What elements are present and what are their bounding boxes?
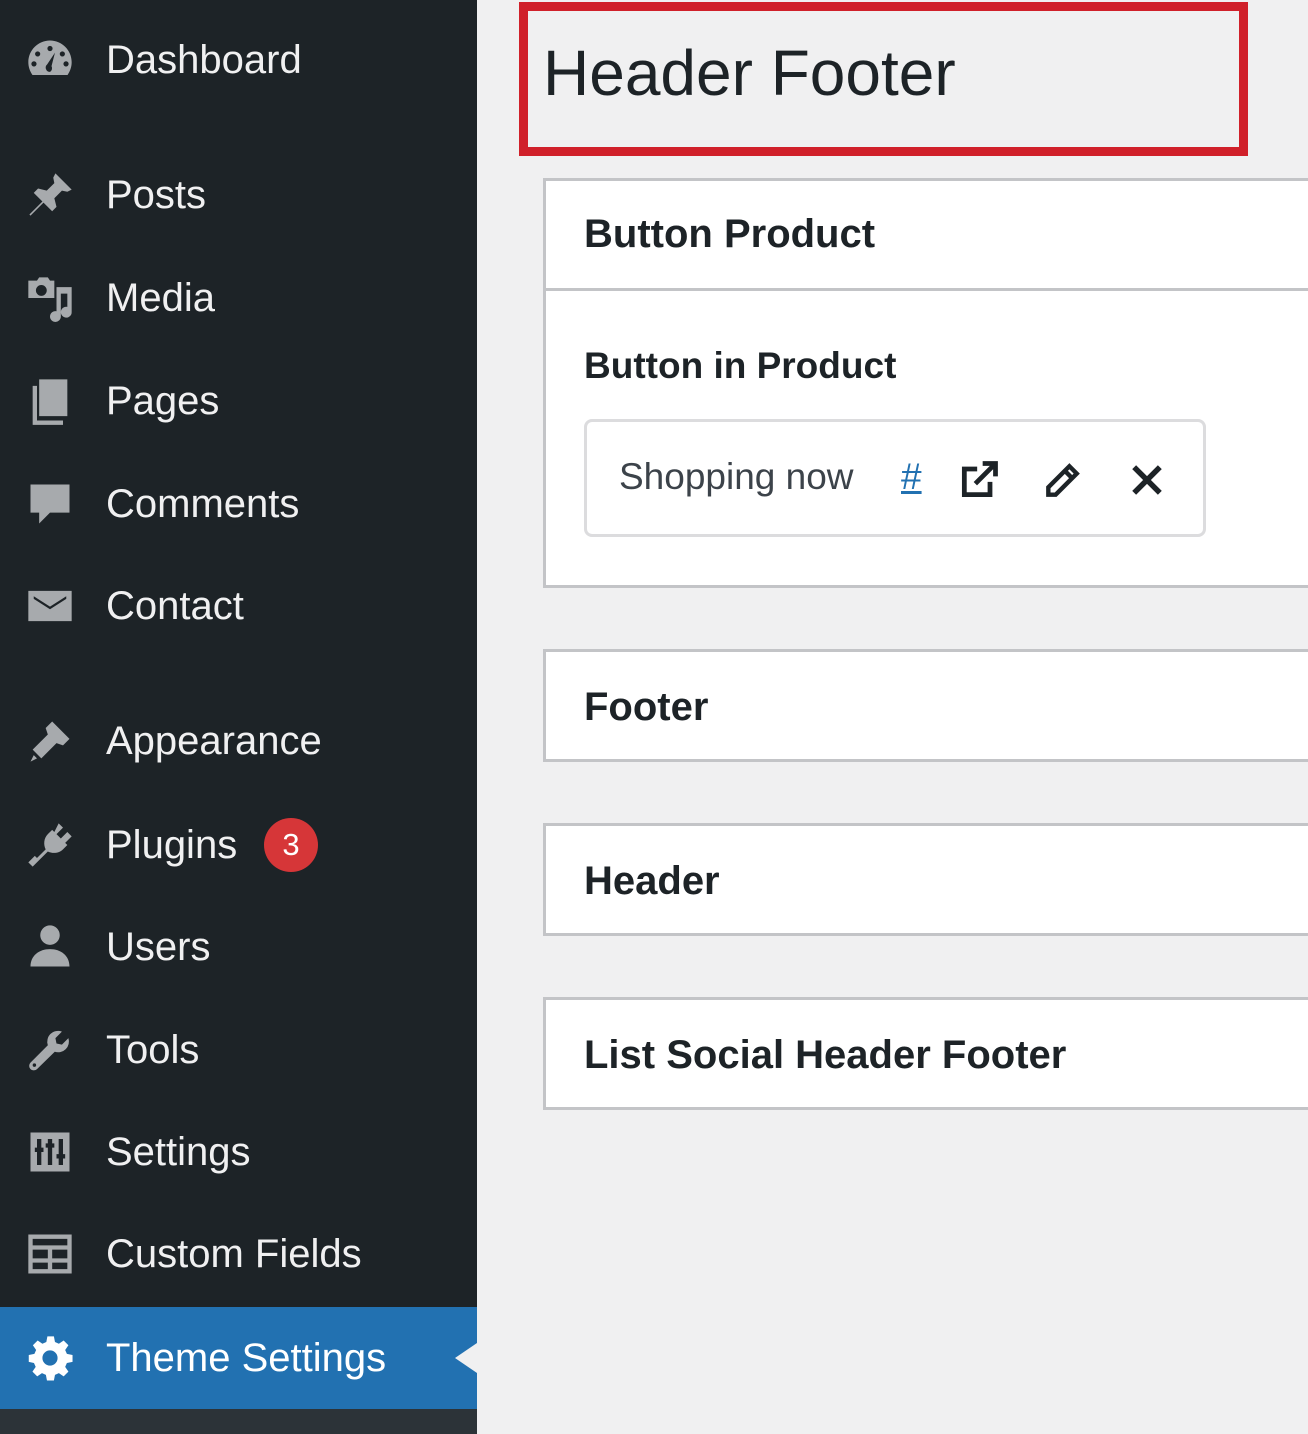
remove-link-icon[interactable] [1123, 456, 1171, 504]
sidebar-item-label: Pages [106, 378, 220, 423]
sidebar-item-settings[interactable]: Settings [0, 1102, 477, 1202]
sidebar-item-tools[interactable]: Tools [0, 1000, 477, 1100]
plugin-icon [22, 817, 78, 873]
sidebar-item-contact[interactable]: Contact [0, 556, 477, 656]
link-url[interactable]: # [901, 456, 922, 498]
sidebar-item-label: Plugins [106, 822, 238, 867]
brush-icon [22, 713, 78, 769]
sidebar-submenu-strip [0, 1409, 477, 1434]
sidebar-item-users[interactable]: Users [0, 897, 477, 997]
panel-footer: Footer [543, 649, 1308, 762]
sidebar-item-label: Appearance [106, 718, 322, 763]
dashboard-icon [22, 32, 78, 88]
sidebar-item-dashboard[interactable]: Dashboard [0, 10, 477, 110]
sidebar-item-label: Settings [106, 1129, 251, 1174]
sidebar-item-label: Dashboard [106, 37, 302, 82]
sidebar-item-label: Media [106, 275, 215, 320]
sidebar-item-plugins[interactable]: Plugins 3 [0, 795, 477, 895]
sidebar-item-label: Tools [106, 1027, 200, 1072]
envelope-icon [22, 578, 78, 634]
field-label: Button in Product [584, 345, 897, 386]
link-field: Shopping now # [584, 419, 1206, 537]
media-icon [22, 270, 78, 326]
comment-icon [22, 476, 78, 532]
active-indicator-arrow [455, 1343, 477, 1373]
sidebar-item-posts[interactable]: Posts [0, 145, 477, 245]
pin-icon [22, 167, 78, 223]
gear-icon [22, 1330, 78, 1386]
sidebar-item-custom-fields[interactable]: Custom Fields [0, 1204, 477, 1304]
sidebar-item-label: Users [106, 924, 211, 969]
external-link-icon[interactable] [955, 456, 1003, 504]
page-title: Header Footer [543, 37, 956, 109]
panel-title[interactable]: Footer [546, 652, 1308, 762]
sidebar-item-comments[interactable]: Comments [0, 454, 477, 554]
sidebar-item-label: Theme Settings [106, 1335, 387, 1380]
pages-icon [22, 373, 78, 429]
panel-list-social: List Social Header Footer [543, 997, 1308, 1110]
sidebar-item-pages[interactable]: Pages [0, 351, 477, 451]
edit-pencil-icon[interactable] [1039, 456, 1087, 504]
panel-header: Header [543, 823, 1308, 936]
panel-title[interactable]: Header [546, 826, 1308, 936]
sidebar-item-theme-settings[interactable]: Theme Settings [0, 1307, 477, 1409]
sidebar-item-appearance[interactable]: Appearance [0, 691, 477, 791]
panel-title[interactable]: List Social Header Footer [546, 1000, 1308, 1110]
sliders-icon [22, 1124, 78, 1180]
panel-title[interactable]: Button Product [546, 181, 1308, 291]
update-count-badge: 3 [264, 818, 318, 872]
panel-button-product: Button Product Button in Product Shoppin… [543, 178, 1308, 588]
sidebar-item-media[interactable]: Media [0, 248, 477, 348]
sidebar-item-label: Comments [106, 481, 300, 526]
table-icon [22, 1226, 78, 1282]
sidebar-item-label: Posts [106, 172, 207, 217]
link-title: Shopping now [619, 456, 854, 497]
sidebar-item-label: Contact [106, 583, 244, 628]
sidebar-item-label: Custom Fields [106, 1231, 362, 1276]
user-icon [22, 919, 78, 975]
wrench-icon [22, 1022, 78, 1078]
admin-sidebar: Dashboard Posts Media Pages Comments Con… [0, 0, 477, 1434]
